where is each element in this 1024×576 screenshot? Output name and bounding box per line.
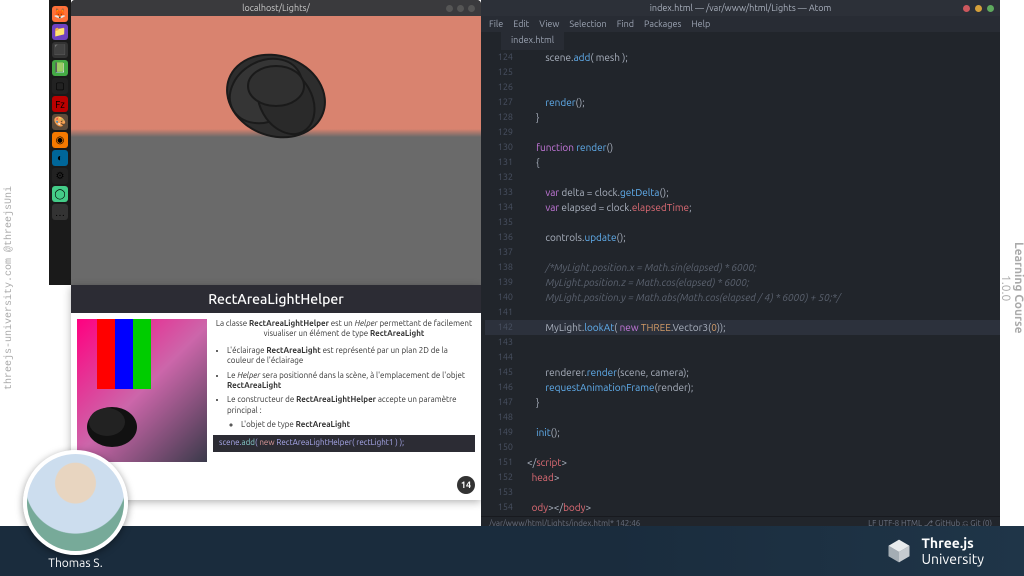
- code-line[interactable]: 143: [485, 335, 1000, 350]
- code-line[interactable]: 131 {: [485, 155, 1000, 170]
- atom-editor: index.html — /var/www/html/Lights — Atom…: [481, 0, 1000, 530]
- menu-packages[interactable]: Packages: [644, 19, 681, 29]
- code-line[interactable]: 142 MyLight.lookAt( new THREE.Vector3(0)…: [485, 320, 1000, 335]
- code-line[interactable]: 141: [485, 305, 1000, 320]
- footer-banner: Three.jsUniversity: [0, 526, 1024, 576]
- editor-title-text: index.html — /var/www/html/Lights — Atom: [650, 3, 831, 13]
- presenter-name: Thomas S.: [18, 557, 133, 570]
- code-line[interactable]: 146 requestAnimationFrame(render);: [485, 380, 1000, 395]
- slide-content: La classe RectAreaLightHelper est un Hel…: [213, 319, 475, 462]
- menu-file[interactable]: File: [489, 19, 503, 29]
- editor-tabs[interactable]: index.html: [481, 32, 1000, 50]
- app-icon[interactable]: …: [52, 204, 68, 220]
- threejs-university-logo: Three.jsUniversity: [885, 535, 984, 567]
- code-line[interactable]: 128 }: [485, 110, 1000, 125]
- cube-icon: [885, 537, 913, 565]
- editor-tab-active[interactable]: index.html: [501, 32, 564, 50]
- code-area[interactable]: 124 scene.add( mesh );125126127 render()…: [481, 50, 1000, 515]
- code-line[interactable]: 127 render();: [485, 95, 1000, 110]
- code-line[interactable]: 152 head>: [485, 470, 1000, 485]
- menu-selection[interactable]: Selection: [569, 19, 606, 29]
- slide-thumbnail: [77, 319, 207, 462]
- brand-left-rail: threejs-university.com @threejsUni: [0, 0, 18, 576]
- firefox-icon[interactable]: 🦊: [52, 6, 68, 22]
- window-controls[interactable]: [963, 5, 994, 12]
- code-line[interactable]: 140 MyLight.position.y = Math.abs(Math.c…: [485, 290, 1000, 305]
- gimp-icon[interactable]: 🎨: [52, 114, 68, 130]
- code-line[interactable]: 129: [485, 125, 1000, 140]
- browser-url: localhost/Lights/: [242, 3, 310, 13]
- code-line[interactable]: 150: [485, 440, 1000, 455]
- torus-knot: [206, 36, 346, 156]
- app-icon[interactable]: 📗: [52, 60, 68, 76]
- threejs-viewport[interactable]: [71, 16, 481, 285]
- code-line[interactable]: 138 /*MyLight.position.x = Math.sin(elap…: [485, 260, 1000, 275]
- code-line[interactable]: 133 var delta = clock.getDelta();: [485, 185, 1000, 200]
- app-icon[interactable]: ◯: [52, 186, 68, 202]
- blender-icon[interactable]: ◉: [52, 132, 68, 148]
- code-line[interactable]: 134 var elapsed = clock.elapsedTime;: [485, 200, 1000, 215]
- code-line[interactable]: 126: [485, 80, 1000, 95]
- editor-menubar[interactable]: File Edit View Selection Find Packages Help: [481, 16, 1000, 32]
- app-icon[interactable]: ⚙: [52, 168, 68, 184]
- filezilla-icon[interactable]: Fz: [52, 96, 68, 112]
- code-line[interactable]: 124 scene.add( mesh );: [485, 50, 1000, 65]
- slide-body: La classe RectAreaLightHelper est un Hel…: [71, 313, 481, 468]
- brand-right-rail: Learning Course1.0.0: [1000, 0, 1024, 576]
- code-line[interactable]: 132: [485, 170, 1000, 185]
- browser-window: localhost/Lights/: [71, 0, 481, 285]
- editor-titlebar[interactable]: index.html — /var/www/html/Lights — Atom: [481, 0, 1000, 16]
- brand-text: threejs-university.com @threejsUni: [4, 186, 15, 390]
- code-line[interactable]: 153: [485, 485, 1000, 500]
- slide-title: RectAreaLightHelper: [71, 285, 481, 313]
- code-line[interactable]: 135: [485, 215, 1000, 230]
- slide-page-number: 14: [457, 476, 475, 494]
- app-icon[interactable]: ◐: [52, 150, 68, 166]
- window-controls[interactable]: [446, 5, 475, 12]
- presenter-avatar: Thomas S.: [18, 450, 133, 570]
- browser-titlebar[interactable]: localhost/Lights/: [71, 0, 481, 16]
- menu-edit[interactable]: Edit: [513, 19, 529, 29]
- code-line[interactable]: 144: [485, 350, 1000, 365]
- menu-view[interactable]: View: [539, 19, 559, 29]
- code-line[interactable]: 147 }: [485, 395, 1000, 410]
- app-icon[interactable]: ⬛: [52, 42, 68, 58]
- code-snippet: scene.add( new RectAreaLightHelper( rect…: [213, 435, 475, 452]
- avatar-image: [23, 450, 128, 555]
- code-line[interactable]: 136 controls.update();: [485, 230, 1000, 245]
- code-line[interactable]: 154 ody></body>: [485, 500, 1000, 515]
- menu-help[interactable]: Help: [691, 19, 710, 29]
- code-line[interactable]: 125: [485, 65, 1000, 80]
- course-label: Learning Course1.0.0: [999, 242, 1024, 334]
- menu-find[interactable]: Find: [617, 19, 634, 29]
- code-line[interactable]: 151</script>: [485, 455, 1000, 470]
- code-line[interactable]: 130 function render(): [485, 140, 1000, 155]
- terminal-icon[interactable]: ▢: [52, 78, 68, 94]
- code-line[interactable]: 145 renderer.render(scene, camera);: [485, 365, 1000, 380]
- code-line[interactable]: 139 MyLight.position.z = Math.cos(elapse…: [485, 275, 1000, 290]
- files-icon[interactable]: 📁: [52, 24, 68, 40]
- ubuntu-dock: 🦊 📁 ⬛ 📗 ▢ Fz 🎨 ◉ ◐ ⚙ ◯ …: [49, 0, 71, 285]
- code-line[interactable]: 137: [485, 245, 1000, 260]
- code-line[interactable]: 149 init();: [485, 425, 1000, 440]
- code-line[interactable]: 148: [485, 410, 1000, 425]
